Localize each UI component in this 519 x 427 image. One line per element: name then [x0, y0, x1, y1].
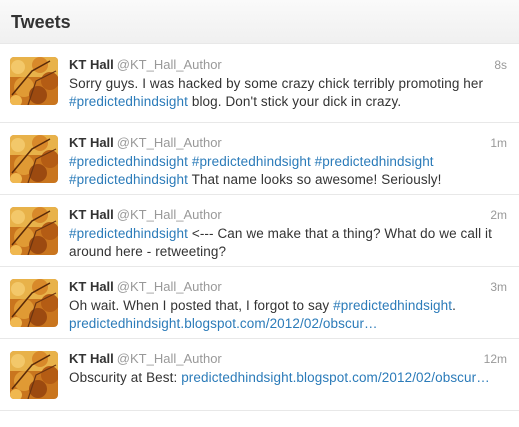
tweet-text-segment: around here - retweeting? [69, 244, 227, 259]
avatar[interactable] [10, 351, 58, 399]
author-name[interactable]: KT Hall [69, 207, 114, 222]
avatar[interactable] [10, 135, 58, 183]
avatar[interactable] [10, 207, 58, 255]
avatar[interactable] [10, 57, 58, 105]
hashtag-link[interactable]: #predictedhindsight [69, 226, 188, 241]
autumn-leaves-avatar-icon [10, 207, 58, 255]
timeline-title: Tweets [11, 12, 71, 32]
author-handle[interactable]: @KT_Hall_Author [117, 135, 222, 150]
tweet-meta: KT Hall @KT_Hall_Author [69, 279, 509, 295]
tweet-text-segment: . [452, 298, 456, 313]
tweet-text-segment: Obscurity at Best: [69, 370, 182, 385]
tweet-text-segment: <--- Can we make that a thing? What do w… [187, 226, 492, 241]
tweet-item[interactable]: KT Hall @KT_Hall_Author 1m #predictedhind… [0, 123, 519, 195]
author-name[interactable]: KT Hall [69, 57, 114, 72]
tweet-text: Obscurity at Best: predictedhindsight.bl… [69, 369, 509, 387]
tweet-text-segment: That name looks so awesome! Seriously! [187, 172, 442, 187]
tweet-timestamp[interactable]: 2m [490, 208, 507, 222]
tweet-item[interactable]: KT Hall @KT_Hall_Author 3m Oh wait. When … [0, 267, 519, 339]
tweet-text: #predictedhindsight <--- Can we make tha… [69, 225, 509, 261]
author-handle[interactable]: @KT_Hall_Author [117, 57, 222, 72]
tweet-item[interactable]: KT Hall @KT_Hall_Author 8s Sorry guys. I … [0, 44, 519, 123]
url-link[interactable]: predictedhindsight.blogspot.com/2012/02/… [181, 370, 490, 385]
tweet-timestamp[interactable]: 3m [490, 280, 507, 294]
tweet-meta: KT Hall @KT_Hall_Author [69, 135, 509, 151]
avatar[interactable] [10, 279, 58, 327]
author-handle[interactable]: @KT_Hall_Author [117, 279, 222, 294]
tweet-meta: KT Hall @KT_Hall_Author [69, 351, 509, 367]
timeline-header: Tweets [0, 0, 519, 44]
hashtag-link[interactable]: #predictedhindsight [69, 172, 188, 187]
autumn-leaves-avatar-icon [10, 57, 58, 105]
tweet-text: Sorry guys. I was hacked by some crazy c… [69, 75, 509, 111]
tweet-item[interactable]: KT Hall @KT_Hall_Author 12m Obscurity at … [0, 339, 519, 411]
tweet-text-segment: Sorry guys. I was hacked by some crazy c… [69, 76, 484, 91]
author-name[interactable]: KT Hall [69, 279, 114, 294]
tweet-text: #predictedhindsight #predictedhindsight … [69, 153, 509, 189]
hashtag-link[interactable]: #predictedhindsight [333, 298, 452, 313]
author-handle[interactable]: @KT_Hall_Author [117, 351, 222, 366]
tweet-meta: KT Hall @KT_Hall_Author [69, 207, 509, 223]
autumn-leaves-avatar-icon [10, 279, 58, 327]
tweet-timestamp[interactable]: 8s [494, 58, 507, 72]
tweet-text: Oh wait. When I posted that, I forgot to… [69, 297, 509, 333]
tweet-text-segment: blog. Don't stick your dick in crazy. [187, 94, 402, 109]
author-name[interactable]: KT Hall [69, 351, 114, 366]
author-name[interactable]: KT Hall [69, 135, 114, 150]
hashtag-link[interactable]: #predictedhindsight [69, 94, 188, 109]
autumn-leaves-avatar-icon [10, 135, 58, 183]
tweets-timeline: Tweets KT Hall @KT_Hall_Author 8s Sorry g… [0, 0, 519, 427]
tweet-text-segment: Oh wait. When I posted that, I forgot to… [69, 298, 334, 313]
autumn-leaves-avatar-icon [10, 351, 58, 399]
tweet-timestamp[interactable]: 1m [490, 136, 507, 150]
tweet-item[interactable]: KT Hall @KT_Hall_Author 2m #predictedhind… [0, 195, 519, 267]
author-handle[interactable]: @KT_Hall_Author [117, 207, 222, 222]
tweet-meta: KT Hall @KT_Hall_Author [69, 57, 509, 73]
hashtag-links[interactable]: #predictedhindsight #predictedhindsight … [69, 154, 434, 169]
tweet-timestamp[interactable]: 12m [484, 352, 507, 366]
url-link[interactable]: predictedhindsight.blogspot.com/2012/02/… [69, 316, 378, 331]
